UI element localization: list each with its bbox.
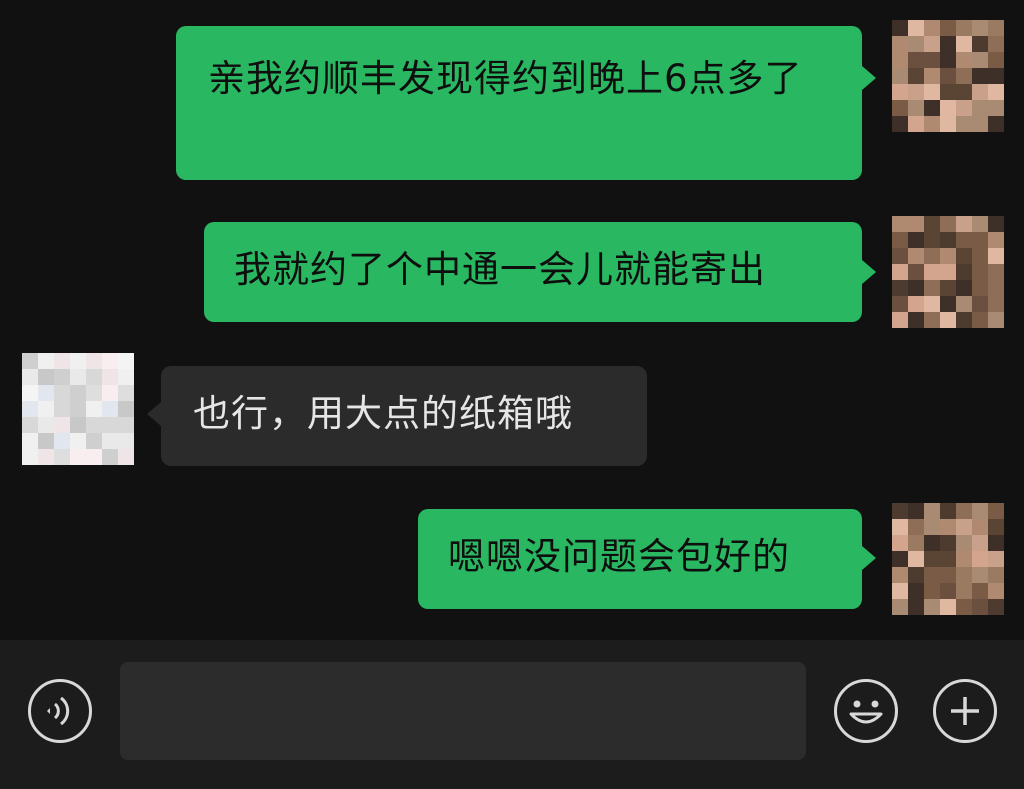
emoji-icon [849, 700, 883, 724]
avatar-pixel [972, 551, 988, 567]
avatar-pixel [892, 535, 908, 551]
avatar-pixel [908, 519, 924, 535]
avatar-pixel [956, 599, 972, 615]
avatar-pixel [924, 519, 940, 535]
more-button[interactable] [933, 679, 997, 743]
avatar-pixel [956, 519, 972, 535]
avatar-pixel [924, 567, 940, 583]
avatar-pixel [972, 519, 988, 535]
avatar-pixel [972, 503, 988, 519]
avatar-pixel [892, 583, 908, 599]
avatar-pixel [940, 551, 956, 567]
input-toolbar [0, 640, 1024, 789]
avatar-pixel [940, 567, 956, 583]
voice-button[interactable] [28, 679, 92, 743]
avatar-pixel [972, 583, 988, 599]
avatar-pixel [940, 535, 956, 551]
message-outgoing: 嗯嗯没问题会包好的 [0, 0, 1024, 630]
avatar-pixel [956, 567, 972, 583]
avatar-pixel [940, 519, 956, 535]
avatar-pixel [956, 503, 972, 519]
avatar-pixel [908, 599, 924, 615]
avatar-pixel [908, 503, 924, 519]
voice-icon [47, 696, 70, 726]
avatar-pixel [972, 567, 988, 583]
plus-icon [951, 697, 979, 725]
avatar-pixel [908, 567, 924, 583]
avatar-pixel [924, 551, 940, 567]
avatar-pixel [892, 567, 908, 583]
my-avatar[interactable] [892, 503, 1004, 615]
avatar-pixel [988, 583, 1004, 599]
avatar-pixel [908, 583, 924, 599]
avatar-pixel [940, 503, 956, 519]
avatar-pixel [988, 503, 1004, 519]
emoji-button[interactable] [834, 679, 898, 743]
avatar-pixel [988, 519, 1004, 535]
bubble-tail [862, 546, 876, 570]
avatar-pixel [924, 583, 940, 599]
avatar-pixel [924, 599, 940, 615]
avatar-pixel [972, 599, 988, 615]
avatar-pixel [972, 535, 988, 551]
avatar-pixel [908, 535, 924, 551]
avatar-pixel [892, 551, 908, 567]
avatar-pixel [988, 567, 1004, 583]
avatar-pixel [924, 503, 940, 519]
avatar-pixel [988, 551, 1004, 567]
avatar-pixel [940, 583, 956, 599]
avatar-pixel [956, 551, 972, 567]
avatar-pixel [956, 583, 972, 599]
message-input[interactable] [120, 662, 806, 760]
avatar-pixel [988, 599, 1004, 615]
avatar-pixel [892, 503, 908, 519]
avatar-pixel [956, 535, 972, 551]
message-text: 嗯嗯没问题会包好的 [448, 535, 790, 578]
chat-message-list: 亲我约顺丰发现得约到晚上6点多了 我就约了个中通一会儿就能寄出 也行，用大点的纸… [0, 0, 1024, 640]
avatar-pixel [892, 599, 908, 615]
avatar-pixel [924, 535, 940, 551]
message-bubble[interactable]: 嗯嗯没问题会包好的 [418, 509, 862, 609]
avatar-pixel [892, 519, 908, 535]
avatar-pixel [940, 599, 956, 615]
avatar-pixel [908, 551, 924, 567]
avatar-pixel [988, 535, 1004, 551]
